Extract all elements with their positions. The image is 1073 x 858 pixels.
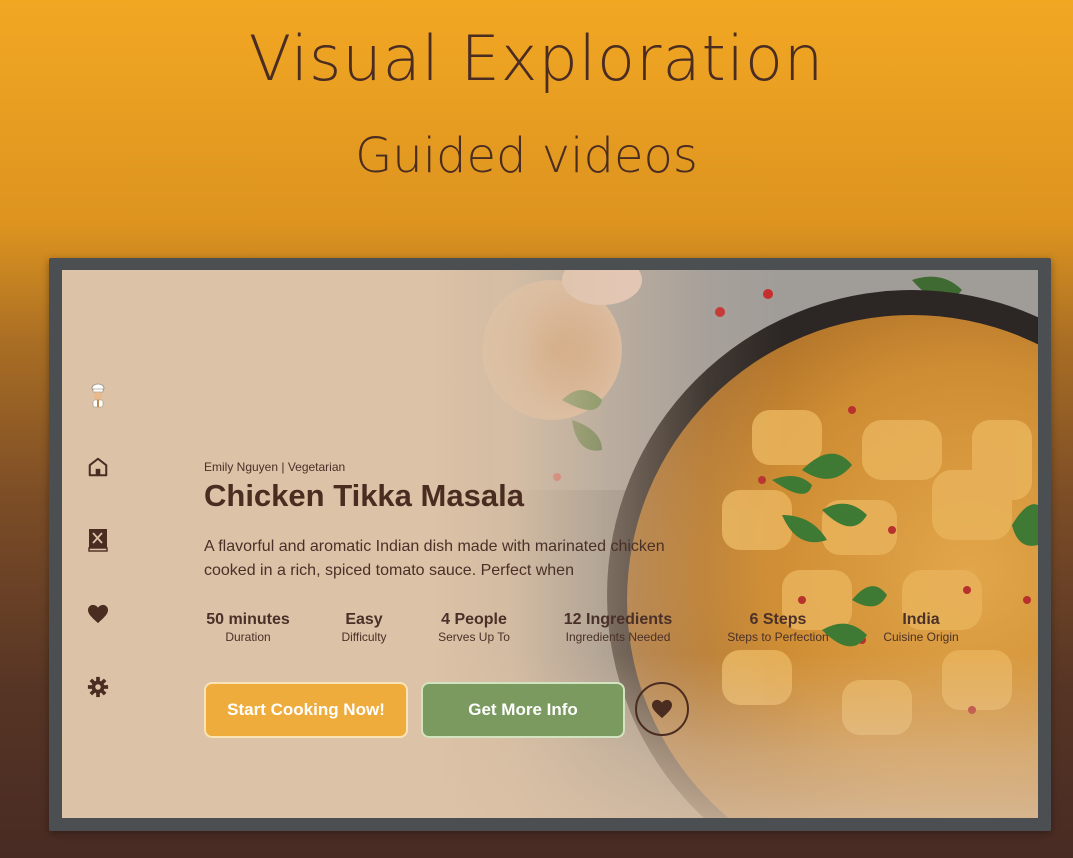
stat-label: Serves Up To	[438, 630, 510, 644]
stat-value: 6 Steps	[749, 611, 807, 628]
stat-value: 50 minutes	[206, 611, 290, 628]
stat-value: 4 People	[441, 611, 507, 628]
home-icon	[88, 457, 108, 477]
recipe-stat-ingredients: 12 Ingredients Ingredients Needed	[556, 610, 680, 644]
recipe-detail: Emily Nguyen | Vegetarian Chicken Tikka …	[204, 270, 984, 818]
recipe-stat-duration: 50 minutes Duration	[204, 610, 292, 644]
recipe-stat-servings: 4 People Serves Up To	[434, 610, 514, 644]
recipe-stat-difficulty: Easy Difficulty	[332, 610, 396, 644]
stat-value: India	[902, 611, 940, 628]
gear-icon	[87, 676, 109, 698]
stat-value: Easy	[345, 611, 383, 628]
stat-label: Cuisine Origin	[883, 630, 959, 644]
get-more-info-button[interactable]: Get More Info	[421, 682, 625, 738]
start-cooking-button[interactable]: Start Cooking Now!	[204, 682, 408, 738]
nav-chef-logo[interactable]	[82, 380, 114, 412]
nav-settings[interactable]	[82, 671, 114, 703]
recipe-byline: Emily Nguyen | Vegetarian	[204, 460, 346, 474]
hero-subtitle: Guided videos	[355, 128, 698, 184]
recipe-stat-steps: 6 Steps Steps to Perfection	[716, 610, 840, 644]
app-screen: Emily Nguyen | Vegetarian Chicken Tikka …	[62, 270, 1038, 818]
nav-recipes[interactable]	[82, 524, 114, 556]
nav-favorites[interactable]	[82, 598, 114, 630]
nav-home[interactable]	[82, 451, 114, 483]
stat-label: Ingredients Needed	[565, 630, 671, 644]
recipe-book-icon	[88, 529, 108, 552]
stat-label: Difficulty	[341, 630, 387, 644]
recipe-stat-cuisine: India Cuisine Origin	[870, 610, 972, 644]
heart-icon	[88, 604, 108, 624]
chef-logo-icon	[91, 383, 105, 408]
recipe-title: Chicken Tikka Masala	[204, 478, 524, 513]
favorite-button[interactable]	[635, 682, 689, 736]
stat-value: 12 Ingredients	[563, 611, 673, 628]
stat-label: Steps to Perfection	[727, 630, 829, 644]
recipe-description: A flavorful and aromatic Indian dish mad…	[204, 538, 665, 579]
hero-title: Visual Exploration	[248, 22, 825, 95]
heart-icon	[652, 699, 672, 719]
stat-label: Duration	[225, 630, 271, 644]
